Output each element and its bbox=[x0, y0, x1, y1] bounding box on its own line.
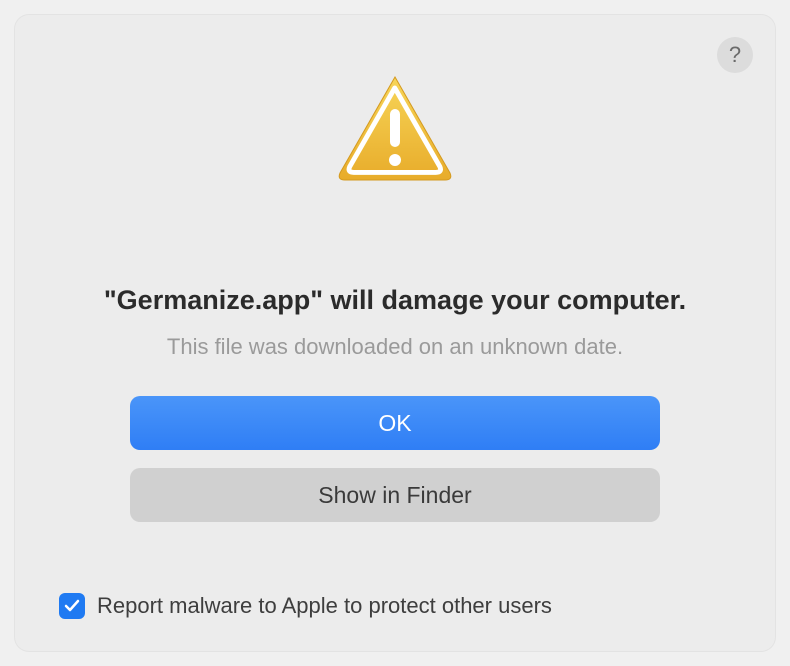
checkmark-icon bbox=[63, 597, 81, 615]
help-button[interactable]: ? bbox=[717, 37, 753, 73]
ok-button[interactable]: OK bbox=[130, 396, 660, 450]
report-malware-row: Report malware to Apple to protect other… bbox=[59, 593, 552, 619]
dialog-subtitle: This file was downloaded on an unknown d… bbox=[167, 334, 623, 360]
show-in-finder-button[interactable]: Show in Finder bbox=[130, 468, 660, 522]
malware-warning-dialog: ? "Germanize.app" will damage your compu… bbox=[15, 15, 775, 651]
dialog-title: "Germanize.app" will damage your compute… bbox=[104, 285, 686, 316]
button-container: OK Show in Finder bbox=[130, 396, 660, 522]
report-malware-checkbox[interactable] bbox=[59, 593, 85, 619]
warning-icon bbox=[330, 65, 460, 195]
help-icon: ? bbox=[729, 42, 741, 68]
report-malware-label: Report malware to Apple to protect other… bbox=[97, 593, 552, 619]
